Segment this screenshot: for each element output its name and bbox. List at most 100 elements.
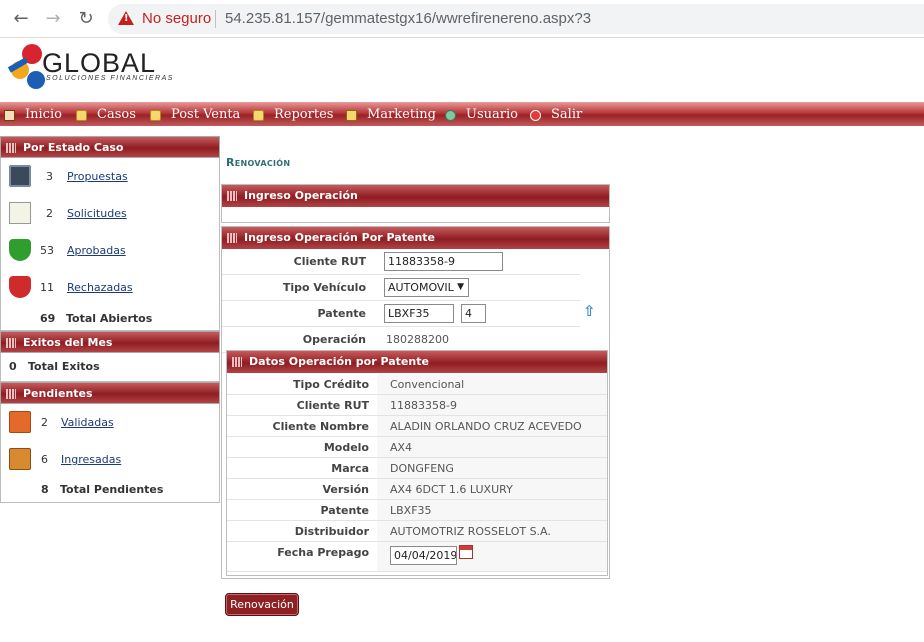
detail-row: Cliente RUT 11883358-9: [227, 395, 607, 416]
menu-item-label: Usuario: [466, 107, 518, 122]
document-icon: [9, 202, 31, 224]
home-icon: [4, 109, 15, 121]
link-validadas[interactable]: Validadas: [61, 416, 114, 429]
operacion-label: Operación: [302, 333, 366, 346]
shield-check-icon: [9, 239, 31, 261]
arrow-up-icon[interactable]: ⇧: [583, 303, 597, 319]
menu-item-usuario[interactable]: Usuario: [445, 106, 518, 124]
link-aprobadas[interactable]: Aprobadas: [67, 244, 126, 257]
panel-title: Ingreso Operación: [244, 189, 358, 202]
detail-value-cell: Convencional: [377, 374, 607, 394]
detail-value-cell: AUTOMOTRIZ ROSSELOT S.A.: [377, 521, 607, 541]
total-label: Total Abiertos: [66, 312, 153, 325]
item-count: 2: [46, 207, 53, 220]
total-row: 69 Total Abiertos: [1, 306, 219, 330]
logo: GLOBAL SOLUCIONES FINANCIERAS: [0, 40, 180, 98]
page-title: Renovación: [226, 156, 291, 169]
calendar-icon[interactable]: [459, 545, 473, 559]
menu-item-label: Post Venta: [171, 107, 241, 122]
cliente-rut-label: Cliente RUT: [293, 255, 366, 268]
menu-item-salir[interactable]: Salir: [530, 106, 582, 124]
menu-item-reportes[interactable]: Reportes: [253, 106, 333, 124]
shield-x-icon: [9, 276, 31, 298]
panel-ingreso-operacion: Ingreso Operación: [221, 184, 610, 223]
item-count: 6: [41, 453, 48, 466]
arrow-right-icon[interactable]: →: [42, 8, 64, 30]
detail-value-cell: 11883358-9: [377, 395, 607, 415]
marketing-icon: [346, 109, 357, 121]
detail-label: Versión: [322, 483, 369, 496]
total-count: 0: [9, 360, 17, 373]
detail-label: Modelo: [323, 441, 369, 454]
list-item: 11 Rechazadas: [1, 269, 219, 306]
form-row-tipo-vehiculo: Tipo Vehículo AUTOMOVIL ▼: [222, 275, 580, 301]
panel-header-pendientes: Pendientes: [0, 382, 220, 404]
cliente-rut-input[interactable]: [384, 252, 503, 271]
folder-icon: [150, 109, 161, 121]
form-row-patente: Patente: [222, 301, 580, 327]
detail-value-cell: AX4 6DCT 1.6 LUXURY: [377, 479, 607, 499]
total-label: Total Pendientes: [60, 483, 164, 496]
panel-datos-operacion: Datos Operación por Patente Tipo Crédito…: [226, 350, 608, 576]
menu-item-casos[interactable]: Casos: [76, 106, 136, 124]
detail-value-cell: LBXF35: [377, 500, 607, 520]
menu-item-marketing[interactable]: Marketing: [346, 106, 436, 124]
menu-item-label: Reportes: [274, 107, 334, 122]
detail-value: AX4: [390, 441, 413, 454]
calculator-icon: [9, 165, 31, 187]
patente-input[interactable]: [384, 304, 454, 323]
panel-title: Exitos del Mes: [23, 336, 113, 349]
grip-icon: [6, 338, 16, 348]
list-item: 2 Solicitudes: [1, 195, 219, 232]
detail-row: Versión AX4 6DCT 1.6 LUXURY: [227, 479, 607, 500]
panel-header: Ingreso Operación Por Patente: [222, 227, 609, 249]
fecha-prepago-input[interactable]: [390, 546, 457, 565]
detail-label: Cliente RUT: [296, 399, 369, 412]
detail-value-cell: DONGFENG: [377, 458, 607, 478]
arrow-left-icon[interactable]: ←: [10, 8, 32, 30]
detail-value-cell: ALADIN ORLANDO CRUZ ACEVEDO: [377, 416, 607, 436]
patente-digit-input[interactable]: [461, 304, 486, 323]
grip-icon: [227, 233, 237, 243]
grip-icon: [6, 389, 16, 399]
address-bar[interactable]: No seguro 54.235.81.157/gemmatestgx16/ww…: [108, 4, 924, 34]
sidebar: Por Estado Caso 3 Propuestas 2 Solicitud…: [0, 136, 220, 503]
security-label[interactable]: No seguro: [142, 10, 211, 27]
link-solicitudes[interactable]: Solicitudes: [67, 207, 127, 220]
detail-label: Marca: [331, 462, 369, 475]
detail-value: DONGFENG: [390, 462, 454, 475]
warning-icon[interactable]: [118, 11, 134, 25]
grip-icon: [227, 191, 237, 201]
folder-entered-icon: [9, 448, 31, 470]
operacion-value: 180288200: [386, 333, 449, 346]
detail-label: Distribuidor: [294, 525, 369, 538]
browser-toolbar: ← → ↻ No seguro 54.235.81.157/gemmatestg…: [0, 0, 924, 38]
link-rechazadas[interactable]: Rechazadas: [67, 281, 133, 294]
total-count: 8: [41, 483, 49, 496]
detail-value-cell: AX4: [377, 437, 607, 457]
logo-tagline: SOLUCIONES FINANCIERAS: [46, 75, 174, 82]
link-ingresadas[interactable]: Ingresadas: [61, 453, 121, 466]
panel-title: Pendientes: [23, 387, 93, 400]
item-count: 11: [40, 281, 54, 294]
list-item: 3 Propuestas: [1, 158, 219, 195]
form-row-cliente-rut: Cliente RUT: [222, 249, 580, 275]
detail-label: Patente: [320, 504, 369, 517]
url-text[interactable]: 54.235.81.157/gemmatestgx16/wwrefirenere…: [225, 10, 591, 27]
item-count: 53: [40, 244, 54, 257]
tipo-vehiculo-select[interactable]: AUTOMOVIL ▼: [384, 278, 469, 297]
link-propuestas[interactable]: Propuestas: [67, 170, 128, 183]
panel-ingreso-patente: Ingreso Operación Por Patente Cliente RU…: [221, 226, 610, 579]
menu-item-inicio[interactable]: Inicio: [4, 106, 62, 124]
detail-label: Cliente Nombre: [272, 420, 369, 433]
menu-item-post-venta[interactable]: Post Venta: [150, 106, 240, 124]
tipo-vehiculo-label: Tipo Vehículo: [282, 281, 366, 294]
reload-icon[interactable]: ↻: [75, 8, 97, 30]
detail-row: Distribuidor AUTOMOTRIZ ROSSELOT S.A.: [227, 521, 607, 542]
list-item: 2 Validadas: [1, 404, 219, 441]
folder-icon: [253, 109, 264, 121]
total-row: 0 Total Exitos: [1, 353, 219, 381]
folder-icon: [76, 109, 87, 121]
panel-exitos: 0 Total Exitos: [0, 353, 220, 382]
renovacion-button[interactable]: Renovación: [225, 593, 299, 616]
